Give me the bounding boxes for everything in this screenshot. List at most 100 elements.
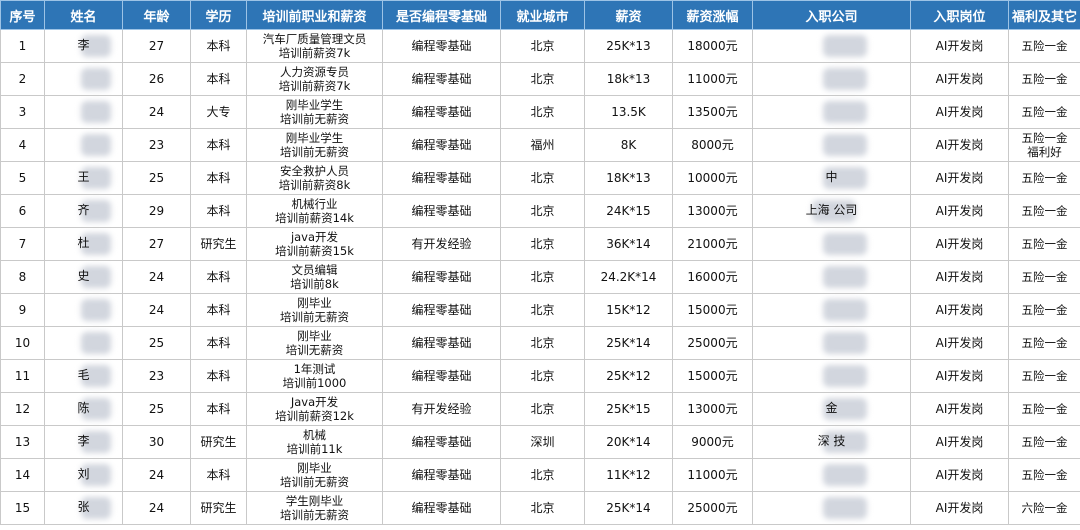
- cell-index: 11: [0, 359, 45, 393]
- name-redacted: 李: [69, 35, 111, 57]
- prev-job-line: Java开发: [290, 395, 339, 409]
- header-company: 入职公司: [752, 0, 911, 30]
- cell-zero-base: 编程零基础: [382, 29, 501, 63]
- company-redacted: [817, 332, 867, 354]
- prev-job-line: 机械行业: [291, 197, 338, 211]
- cell-company: 金: [752, 392, 911, 426]
- cell-company: [752, 260, 911, 294]
- cell-company: [752, 62, 911, 96]
- cell-zero-base: 编程零基础: [382, 62, 501, 96]
- cell-prev-job: 人力资源专员 培训前薪资7k: [246, 62, 383, 96]
- cell-benefits: 五险一金: [1008, 392, 1080, 426]
- cell-company: [752, 359, 911, 393]
- benefit-line: 五险一金: [1021, 270, 1068, 284]
- table-row: 11 毛 23 本科 1年测试 培训前1000 编程零基础 北京 25K*12 15000元 AI开…: [0, 359, 1080, 393]
- cell-age: 24: [122, 491, 191, 525]
- benefit-line: 五险一金: [1021, 105, 1068, 119]
- table-row: 14 刘 24 本科 刚毕业 培训前无薪资 编程零基础 北京 11K*12 11000元 AI开发岗…: [0, 458, 1080, 492]
- name-redacted: 张: [69, 497, 111, 519]
- cell-zero-base: 编程零基础: [382, 491, 501, 525]
- prev-job-line: 安全救护人员: [280, 164, 349, 178]
- company-redacted: 中: [817, 167, 867, 189]
- cell-prev-job: java开发 培训前薪资15k: [246, 227, 383, 261]
- cell-city: 北京: [500, 293, 585, 327]
- company-redacted: [817, 266, 867, 288]
- company-redacted: [817, 233, 867, 255]
- cell-city: 北京: [500, 62, 585, 96]
- name-redacted: 李: [69, 431, 111, 453]
- cell-name: 毛: [44, 359, 123, 393]
- header-position: 入职岗位: [910, 0, 1009, 30]
- cell-name: 王: [44, 161, 123, 195]
- cell-education: 本科: [190, 293, 247, 327]
- cell-city: 福州: [500, 128, 585, 162]
- prev-job-line: 汽车厂质量管理文员: [262, 32, 367, 46]
- name-redaction-smudge: [80, 134, 111, 156]
- cell-raise: 13000元: [672, 194, 753, 228]
- prev-job-line: 刚毕业: [297, 329, 332, 343]
- prev-job-line: 学生刚毕业: [285, 494, 344, 508]
- company-redaction-smudge: [822, 134, 867, 156]
- header-benefits: 福利及其它: [1008, 0, 1080, 30]
- cell-zero-base: 编程零基础: [382, 359, 501, 393]
- cell-zero-base: 编程零基础: [382, 128, 501, 162]
- prev-job-line: 培训前11k: [286, 442, 343, 456]
- cell-position: AI开发岗: [910, 227, 1009, 261]
- cell-prev-job: 机械 培训前11k: [246, 425, 383, 459]
- cell-zero-base: 编程零基础: [382, 326, 501, 360]
- cell-age: 27: [122, 227, 191, 261]
- cell-city: 北京: [500, 458, 585, 492]
- cell-position: AI开发岗: [910, 29, 1009, 63]
- cell-position: AI开发岗: [910, 392, 1009, 426]
- company-redaction-smudge: [822, 332, 867, 354]
- cell-benefits: 五险一金: [1008, 326, 1080, 360]
- header-salary: 薪资: [584, 0, 673, 30]
- cell-salary: 15K*12: [584, 293, 673, 327]
- cell-education: 本科: [190, 62, 247, 96]
- company-redacted: [817, 299, 867, 321]
- benefit-line: 五险一金: [1021, 171, 1068, 185]
- cell-company: [752, 491, 911, 525]
- company-redaction-smudge: [822, 35, 867, 57]
- cell-age: 25: [122, 392, 191, 426]
- name-text: 王: [77, 170, 90, 184]
- company-redacted: 金: [817, 398, 867, 420]
- name-redacted: 陈: [69, 398, 111, 420]
- cell-age: 24: [122, 95, 191, 129]
- cell-salary: 25K*14: [584, 326, 673, 360]
- name-redaction-smudge: [80, 299, 111, 321]
- prev-job-line: 文员编辑: [291, 263, 338, 277]
- cell-salary: 36K*14: [584, 227, 673, 261]
- table-body: 1 李 27 本科 汽车厂质量管理文员 培训前薪资7k 编程零基础 北京 25K*13 18000…: [0, 29, 1080, 525]
- cell-index: 2: [0, 62, 45, 96]
- cell-salary: 18k*13: [584, 62, 673, 96]
- cell-education: 研究生: [190, 425, 247, 459]
- cell-index: 7: [0, 227, 45, 261]
- company-redaction-smudge: [822, 464, 867, 486]
- cell-raise: 16000元: [672, 260, 753, 294]
- cell-zero-base: 编程零基础: [382, 260, 501, 294]
- cell-raise: 9000元: [672, 425, 753, 459]
- benefit-line: 福利好: [1027, 145, 1062, 159]
- company-redacted: [817, 464, 867, 486]
- company-redacted: [817, 101, 867, 123]
- cell-age: 26: [122, 62, 191, 96]
- cell-salary: 13.5K: [584, 95, 673, 129]
- benefit-line: 五险一金: [1021, 369, 1068, 383]
- cell-education: 本科: [190, 260, 247, 294]
- prev-job-line: 人力资源专员: [280, 65, 349, 79]
- cell-age: 23: [122, 359, 191, 393]
- company-text: 中: [825, 170, 838, 184]
- prev-job-line: 培训前无薪资: [280, 475, 349, 489]
- prev-job-line: 机械: [303, 428, 326, 442]
- cell-position: AI开发岗: [910, 161, 1009, 195]
- table-row: 1 李 27 本科 汽车厂质量管理文员 培训前薪资7k 编程零基础 北京 25K*13 18000…: [0, 29, 1080, 63]
- cell-prev-job: 机械行业 培训前薪资14k: [246, 194, 383, 228]
- cell-prev-job: 1年测试 培训前1000: [246, 359, 383, 393]
- cell-prev-job: 刚毕业学生 培训前无薪资: [246, 95, 383, 129]
- cell-index: 15: [0, 491, 45, 525]
- benefit-line: 五险一金: [1021, 468, 1068, 482]
- table-row: 10 25 本科 刚毕业 培训无薪资 编程零基础 北京 25K*14 25000元 AI开发岗 五险…: [0, 326, 1080, 360]
- table-row: 6 齐 29 本科 机械行业 培训前薪资14k 编程零基础 北京 24K*15 13000元 上海 …: [0, 194, 1080, 228]
- cell-age: 25: [122, 326, 191, 360]
